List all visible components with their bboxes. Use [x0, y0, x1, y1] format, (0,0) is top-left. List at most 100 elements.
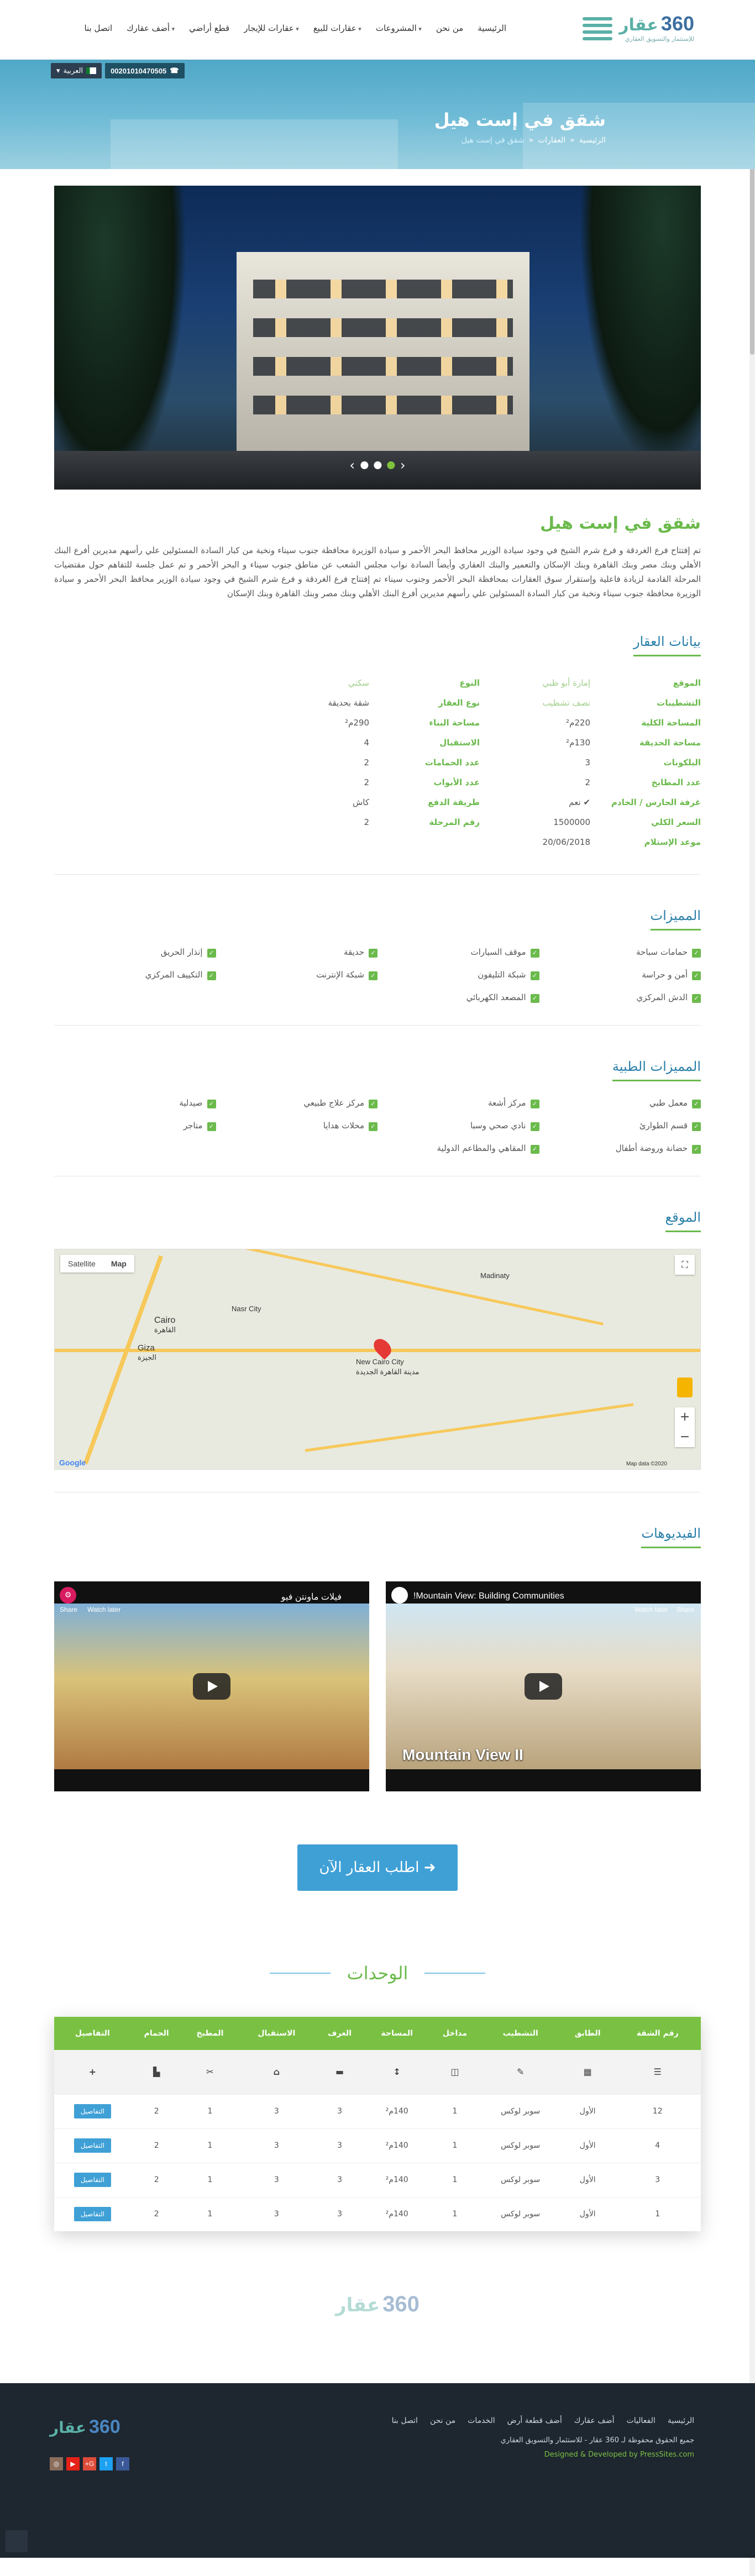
table-cell: سوبر لوكس — [480, 2128, 561, 2163]
zoom-in-icon[interactable]: + — [675, 1407, 695, 1427]
page-scrollbar[interactable] — [749, 0, 755, 2576]
property-image-slider[interactable]: ‹ › — [54, 186, 701, 490]
slider-dot[interactable] — [387, 461, 395, 469]
map-tab[interactable]: Map — [103, 1255, 134, 1273]
menu-item-add-property[interactable]: أضف عقارك — [127, 23, 175, 33]
breadcrumb-properties[interactable]: العقارات — [538, 136, 565, 145]
watch-later-label[interactable]: Watch later — [87, 1606, 120, 1613]
menu-item-contact[interactable]: اتصل بنا — [84, 23, 112, 33]
detail-value: شقة بحديقة — [328, 698, 369, 708]
footer-link[interactable]: الفعاليات — [627, 2416, 656, 2425]
language-select[interactable]: العربية ▾ — [51, 63, 102, 78]
details-button[interactable]: التفاصيل — [74, 2104, 111, 2118]
feature-item: شبكة الإنترنت — [216, 970, 378, 980]
details-button[interactable]: التفاصيل — [74, 2173, 111, 2187]
detail-label: مساحة الحديقة — [639, 738, 701, 748]
menu-item-projects[interactable]: المشروعات — [376, 23, 422, 33]
breadcrumb-home[interactable]: الرئيسية — [579, 136, 606, 145]
table-cell: الأول — [560, 2162, 615, 2197]
zoom-out-icon[interactable]: − — [675, 1427, 695, 1447]
door-icon: ◫ — [429, 2050, 480, 2094]
map-label-giza: Giza — [138, 1343, 155, 1353]
play-icon[interactable] — [193, 1673, 230, 1700]
slider-prev-icon[interactable]: ‹ — [400, 458, 406, 473]
table-cell: 140م² — [364, 2128, 430, 2163]
phone-badge[interactable]: ☎ 00201010470505 — [105, 63, 185, 78]
request-property-button[interactable]: ➜ اطلب العقار الآن — [297, 1844, 458, 1891]
property-description: تم إفتتاح فرع الغردقة و فرع شرم الشيخ في… — [54, 545, 701, 598]
column-header: رقم الشقة — [614, 2017, 701, 2050]
property-details: الموقع إمارة أبو ظبي النوع سكني التشطيبات نصف… — [54, 673, 701, 852]
detail-label: السعر الكلي — [651, 817, 701, 827]
google-plus-icon[interactable]: G+ — [83, 2457, 96, 2470]
map-data-credit: Map data ©2020 — [626, 1461, 667, 1467]
youtube-icon[interactable]: ▶ — [66, 2457, 80, 2470]
units-title: الوحدات — [54, 1963, 701, 1984]
videos-grid: Mountain View: Building Communities! Wat… — [54, 1581, 701, 1791]
table-row: 12 الأول سوبر لوكس 1 140م² 3 3 1 2 التفاصيل — [54, 2094, 701, 2128]
footer-link[interactable]: من نحن — [430, 2416, 455, 2425]
menu-item-rent[interactable]: عقارات للإيجار — [244, 23, 299, 33]
detail-value: ✔ نعم — [569, 797, 590, 807]
footer-developer-credit[interactable]: Designed & Developed by PressSites.com — [544, 2451, 694, 2459]
map-label-new-cairo: New Cairo City — [356, 1358, 404, 1366]
footer-link[interactable]: الرئيسية — [668, 2416, 694, 2425]
share-label[interactable]: Share — [60, 1606, 77, 1613]
amenity-item: محلات هدايا — [216, 1121, 378, 1131]
menu-item-home[interactable]: الرئيسية — [478, 23, 506, 33]
footer-logo[interactable]: 360 عقار — [50, 2416, 120, 2438]
menu-item-sale[interactable]: عقارات للبيع — [313, 23, 361, 33]
footer-link[interactable]: أضف قطعة أرض — [507, 2416, 562, 2425]
detail-label: طريقة الدفع — [428, 797, 480, 807]
page-title: شقق في إست هيل — [434, 109, 606, 130]
amenity-item: متاجر — [54, 1121, 216, 1131]
table-cell: 4 — [614, 2128, 701, 2163]
detail-label: الموقع — [673, 678, 701, 688]
detail-label: البلكونات — [663, 758, 701, 767]
detail-value: 3 — [585, 758, 590, 767]
fullscreen-icon[interactable]: ⛶ — [675, 1255, 695, 1275]
table-cell: التفاصيل — [54, 2094, 131, 2128]
detail-value: 220م² — [566, 718, 590, 728]
slider-dot[interactable] — [374, 461, 381, 469]
facebook-icon[interactable]: f — [116, 2457, 129, 2470]
footer-link[interactable]: الخدمات — [468, 2416, 495, 2425]
google-logo: Google — [59, 1458, 86, 1467]
table-cell: التفاصيل — [54, 2162, 131, 2197]
divider — [54, 1025, 701, 1026]
column-header: الغرف — [315, 2017, 364, 2050]
detail-label: رقم المرحلة — [429, 817, 480, 827]
request-property-label: اطلب العقار الآن — [319, 1859, 420, 1876]
plus-icon: + — [54, 2050, 131, 2094]
feature-item: الدش المركزي — [539, 992, 701, 1003]
detail-label: عدد المطابخ — [651, 777, 701, 787]
amenity-item: قسم الطوارئ — [539, 1121, 701, 1131]
table-row: 3 الأول سوبر لوكس 1 140م² 3 3 1 2 التفاصيل — [54, 2162, 701, 2197]
instagram-icon[interactable]: ◎ — [50, 2457, 63, 2470]
play-icon[interactable] — [525, 1673, 562, 1700]
footer-link[interactable]: اتصل بنا — [392, 2416, 418, 2425]
column-header: التشطيب — [480, 2017, 561, 2050]
map-pin-icon[interactable] — [370, 1336, 395, 1360]
details-button[interactable]: التفاصيل — [74, 2138, 111, 2153]
page-banner: ☎ 00201010470505 العربية ▾ شقق في إست هيل … — [0, 60, 755, 169]
street-view-pegman-icon[interactable] — [677, 1378, 693, 1397]
building-photo — [237, 252, 529, 451]
site-logo[interactable]: 360 عقار للإستثمار والتسويق العقاري — [583, 12, 694, 43]
menu-item-lands[interactable]: قطع أراضي — [189, 23, 229, 33]
twitter-icon[interactable]: t — [99, 2457, 113, 2470]
watch-later-label[interactable]: Watch later — [635, 1606, 668, 1613]
scroll-top-button[interactable] — [6, 2530, 28, 2552]
menu-item-about[interactable]: من نحن — [436, 23, 464, 33]
location-map[interactable]: Map Satellite Cairo القاهرة Giza الجيزة … — [54, 1249, 701, 1470]
video-player[interactable]: Mountain View: Building Communities! Wat… — [386, 1581, 701, 1791]
slider-next-icon[interactable]: › — [349, 458, 355, 473]
share-label[interactable]: Share — [677, 1606, 694, 1613]
video-player[interactable]: فيلات ماونتن فيو ⚙ Share Watch later — [54, 1581, 369, 1791]
satellite-tab[interactable]: Satellite — [60, 1255, 103, 1273]
table-cell: 1 — [182, 2196, 238, 2231]
kitchen-icon: ✂ — [182, 2050, 238, 2094]
footer-link[interactable]: أضف عقارك — [574, 2416, 615, 2425]
details-button[interactable]: التفاصيل — [74, 2207, 111, 2222]
slider-dot[interactable] — [360, 461, 368, 469]
